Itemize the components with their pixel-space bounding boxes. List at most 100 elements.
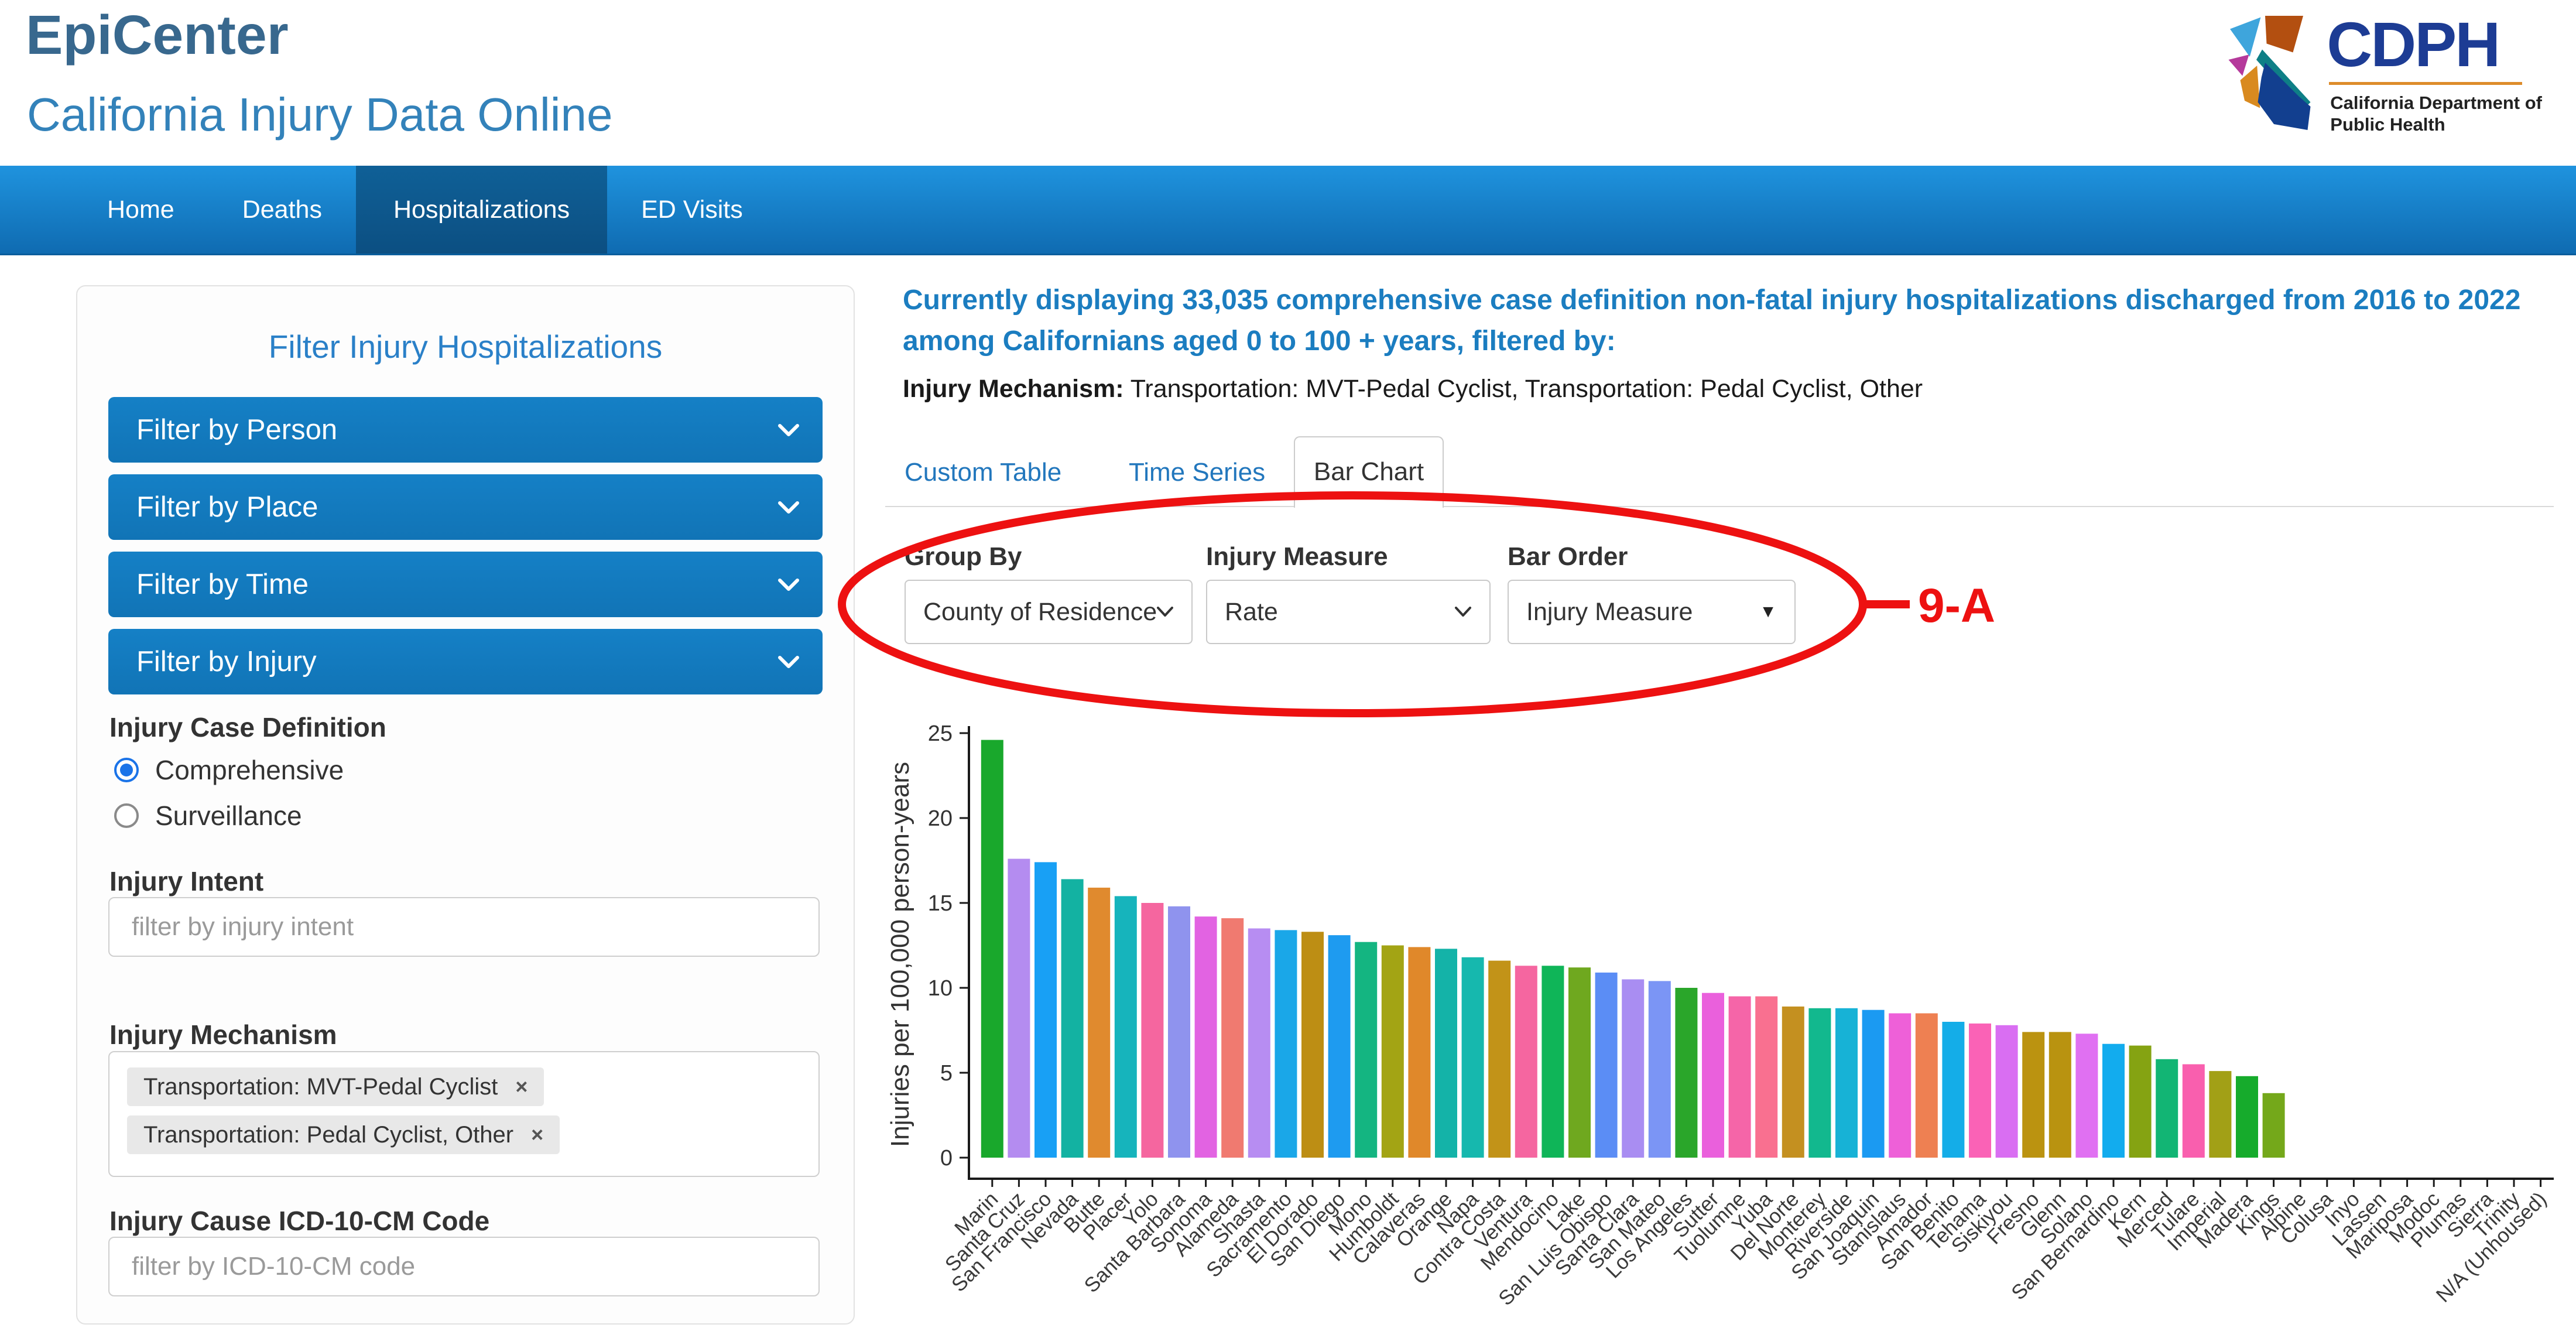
injury-mechanism-multiselect[interactable]: Transportation: MVT-Pedal Cyclist × Tran…: [108, 1051, 820, 1177]
bar-Napa: [1462, 957, 1484, 1158]
bar-Tulare: [2183, 1065, 2205, 1158]
annotation-label: 9-A: [1918, 579, 1995, 632]
bar-Siskiyou: [1996, 1025, 2018, 1158]
bar-San Luis Obispo: [1595, 973, 1618, 1158]
chevron-down-icon: [778, 656, 799, 669]
bar-Monterey: [1808, 1008, 1831, 1158]
bar-order-label: Bar Order: [1508, 542, 1628, 572]
icd-code-input[interactable]: [108, 1237, 820, 1296]
bar-order-select[interactable]: Injury Measure ▼: [1508, 580, 1796, 644]
bar-El Dorado: [1301, 932, 1324, 1158]
mechanism-tag: Transportation: MVT-Pedal Cyclist ×: [127, 1067, 544, 1106]
bar-Contra Costa: [1488, 961, 1510, 1158]
bar-Merced: [2156, 1059, 2178, 1158]
bar-Butte: [1088, 888, 1110, 1158]
bar-Sacramento: [1275, 930, 1297, 1158]
bar-Alameda: [1221, 918, 1244, 1158]
bar-Placer: [1115, 896, 1137, 1158]
bar-Fresno: [2022, 1032, 2044, 1158]
bar-Los Angeles: [1675, 988, 1697, 1158]
radio-button-icon[interactable]: [114, 758, 139, 782]
bar-Shasta: [1248, 929, 1270, 1158]
bar-Tuolumne: [1729, 997, 1751, 1158]
accordion-filter-by-time[interactable]: Filter by Time: [108, 552, 823, 617]
radio-surveillance[interactable]: Surveillance: [114, 798, 302, 833]
bar-San Benito: [1942, 1022, 1964, 1158]
bar-Riverside: [1835, 1008, 1858, 1158]
cdph-logo: CDPH California Department of Public Hea…: [2227, 13, 2542, 135]
mechanism-tag-label: Transportation: Pedal Cyclist, Other: [143, 1122, 513, 1148]
app-title: EpiCenter: [26, 4, 289, 67]
chevron-down-icon: [778, 579, 799, 591]
radio-comprehensive[interactable]: Comprehensive: [114, 752, 344, 788]
bar-Glenn: [2049, 1032, 2071, 1158]
cdph-logo-rule: [2329, 82, 2522, 85]
injury-mechanism-label: Injury Mechanism: [109, 1019, 337, 1050]
y-tick-label: 0: [940, 1146, 953, 1171]
bar-Calaveras: [1408, 947, 1430, 1158]
radio-label: Surveillance: [155, 800, 302, 831]
active-filter-line: Injury Mechanism: Transportation: MVT-Pe…: [903, 375, 1923, 403]
tab-time-series[interactable]: Time Series: [1129, 458, 1265, 487]
bar-San Bernardino: [2102, 1044, 2125, 1158]
nav-item-ed-visits[interactable]: ED Visits: [607, 166, 777, 254]
summary-heading: Currently displaying 33,035 comprehensiv…: [903, 280, 2576, 362]
bar-order-value: Injury Measure: [1526, 598, 1693, 627]
page: { "header": { "app_title": "EpiCenter", …: [0, 0, 2576, 1338]
bar-Yolo: [1141, 903, 1163, 1158]
accordion-filter-by-injury[interactable]: Filter by Injury: [108, 629, 823, 694]
nav-list: Home Deaths Hospitalizations ED Visits: [0, 166, 2576, 254]
bar-Santa Cruz: [1008, 859, 1030, 1158]
nav-item-hospitalizations[interactable]: Hospitalizations: [356, 166, 607, 254]
remove-tag-icon[interactable]: ×: [515, 1074, 527, 1099]
y-tick-label: 5: [940, 1061, 953, 1086]
bar-Nevada: [1061, 879, 1084, 1158]
mechanism-tag: Transportation: Pedal Cyclist, Other ×: [127, 1115, 560, 1154]
group-by-select[interactable]: County of Residence: [905, 580, 1193, 644]
main-navbar: Home Deaths Hospitalizations ED Visits: [0, 166, 2576, 255]
bar-Orange: [1435, 949, 1457, 1158]
accordion-label: Filter by Person: [136, 414, 337, 446]
bar-Amador: [1916, 1014, 1938, 1158]
accordion-label: Filter by Injury: [136, 646, 317, 677]
accordion-filter-by-place[interactable]: Filter by Place: [108, 474, 823, 540]
filter-panel-title: Filter Injury Hospitalizations: [76, 328, 855, 365]
mechanism-tag-label: Transportation: MVT-Pedal Cyclist: [143, 1074, 498, 1100]
bar-Humboldt: [1382, 946, 1404, 1158]
group-by-value: County of Residence: [923, 598, 1156, 627]
nav-item-home[interactable]: Home: [73, 166, 208, 254]
icd-code-label: Injury Cause ICD-10-CM Code: [109, 1205, 489, 1237]
bar-Stanislaus: [1889, 1014, 1911, 1158]
accordion-label: Filter by Time: [136, 569, 309, 600]
cdph-org-line2: Public Health: [2330, 114, 2445, 135]
injury-measure-select[interactable]: Rate: [1206, 580, 1491, 644]
group-by-label: Group By: [905, 542, 1022, 572]
tab-custom-table[interactable]: Custom Table: [905, 458, 1061, 487]
case-definition-label: Injury Case Definition: [109, 711, 386, 743]
bar-Mono: [1355, 942, 1377, 1158]
accordion-filter-by-person[interactable]: Filter by Person: [108, 397, 823, 463]
accordion-label: Filter by Place: [136, 491, 318, 523]
tab-bar-chart[interactable]: Bar Chart: [1294, 436, 1444, 508]
bar-Mendocino: [1542, 966, 1564, 1158]
y-tick-label: 15: [928, 891, 953, 916]
y-tick-label: 25: [928, 721, 953, 746]
chevron-down-icon: [778, 501, 799, 514]
bar-chart: Injuries per 100,000 person-years 051015…: [878, 703, 2576, 1338]
nav-item-deaths[interactable]: Deaths: [208, 166, 356, 254]
bar-Yuba: [1755, 997, 1777, 1158]
radio-button-icon[interactable]: [114, 803, 139, 828]
bar-Sutter: [1702, 993, 1724, 1158]
y-tick-label: 10: [928, 976, 953, 1001]
bar-San Francisco: [1034, 862, 1057, 1158]
injury-intent-input[interactable]: [108, 897, 820, 957]
tab-divider: [885, 506, 2554, 507]
bar-San Joaquin: [1862, 1010, 1885, 1158]
injury-intent-label: Injury Intent: [109, 865, 263, 897]
bar-Lake: [1568, 967, 1591, 1158]
remove-tag-icon[interactable]: ×: [531, 1123, 543, 1147]
cdph-logo-acronym: CDPH: [2327, 13, 2542, 76]
cdph-org-line1: California Department of: [2330, 93, 2542, 113]
injury-measure-value: Rate: [1225, 598, 1278, 627]
app-subtitle: California Injury Data Online: [27, 88, 612, 142]
